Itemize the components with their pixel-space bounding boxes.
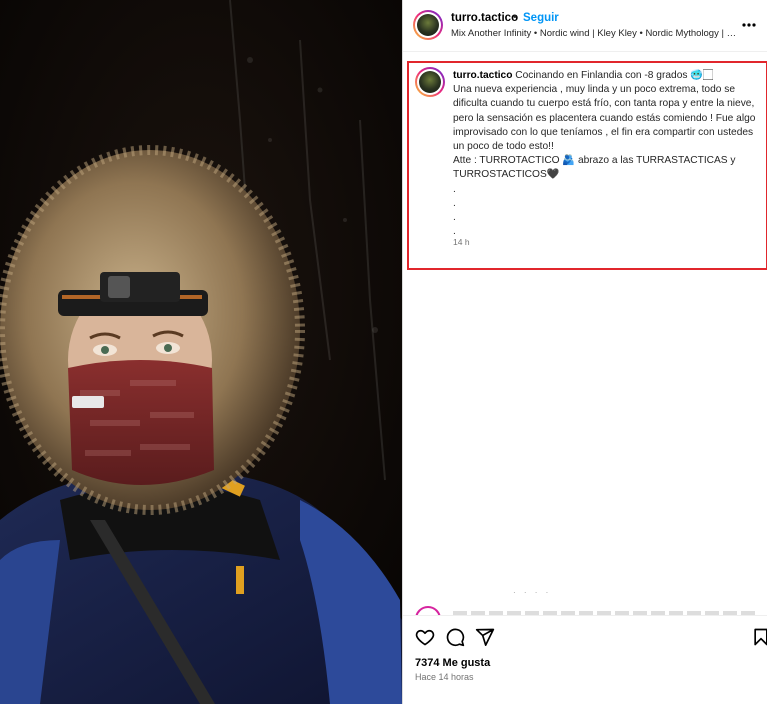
loading-dots: · · · ·	[513, 588, 552, 597]
post-side-panel: turro.tactico • Seguir Mix Another Infin…	[402, 0, 767, 704]
caption-text: turro.tactico Cocinando en Finlandia con…	[453, 69, 765, 239]
caption-line: Atte : TURROTACTICO 🫂 abrazo a las TURRA…	[453, 155, 736, 167]
heart-icon[interactable]	[415, 627, 435, 647]
caption-line: Una nueva experiencia , muy linda y un p…	[453, 84, 736, 96]
caption-line: .	[453, 212, 456, 224]
post-age[interactable]: Hace 14 horas	[415, 672, 474, 682]
caption-title: Cocinando en Finlandia con -8 grados 🥶🏻	[515, 70, 714, 81]
author-avatar[interactable]	[413, 10, 443, 40]
likes-count[interactable]: 7374 Me gusta	[415, 657, 490, 669]
more-options-icon[interactable]	[742, 14, 756, 32]
caption-line: .	[453, 197, 456, 209]
caption-line: improvisado con lo que teníamos , el fin…	[453, 126, 754, 138]
bookmark-icon[interactable]	[751, 627, 767, 647]
caption-highlight-box: turro.tactico Cocinando en Finlandia con…	[407, 61, 767, 270]
caption-line: TURROSTACTICOS🖤	[453, 169, 560, 181]
post-header: turro.tactico • Seguir Mix Another Infin…	[403, 0, 767, 52]
follow-button[interactable]: Seguir	[523, 12, 559, 24]
caption-timestamp[interactable]: 14 h	[453, 237, 470, 247]
share-icon[interactable]	[475, 627, 495, 647]
post-media[interactable]	[0, 0, 402, 704]
post-photo	[0, 0, 402, 704]
author-username[interactable]: turro.tactico	[451, 12, 518, 24]
caption-line: pero la sensación es placentera cuando e…	[453, 112, 756, 124]
caption-line: un poco de todo esto!!	[453, 141, 554, 153]
separator-dot: •	[513, 11, 517, 23]
comment-icon[interactable]	[445, 627, 465, 647]
caption-line: .	[453, 226, 456, 238]
audio-track[interactable]: Mix Another Infinity • Nordic wind | Kle…	[451, 28, 741, 39]
caption-avatar[interactable]	[415, 67, 445, 97]
caption-line: .	[453, 183, 456, 195]
caption-line: dificulta cuando tu cuerpo está frío, co…	[453, 98, 755, 110]
action-bar: 7374 Me gusta Hace 14 horas	[403, 615, 767, 704]
caption-username[interactable]: turro.tactico	[453, 70, 512, 81]
